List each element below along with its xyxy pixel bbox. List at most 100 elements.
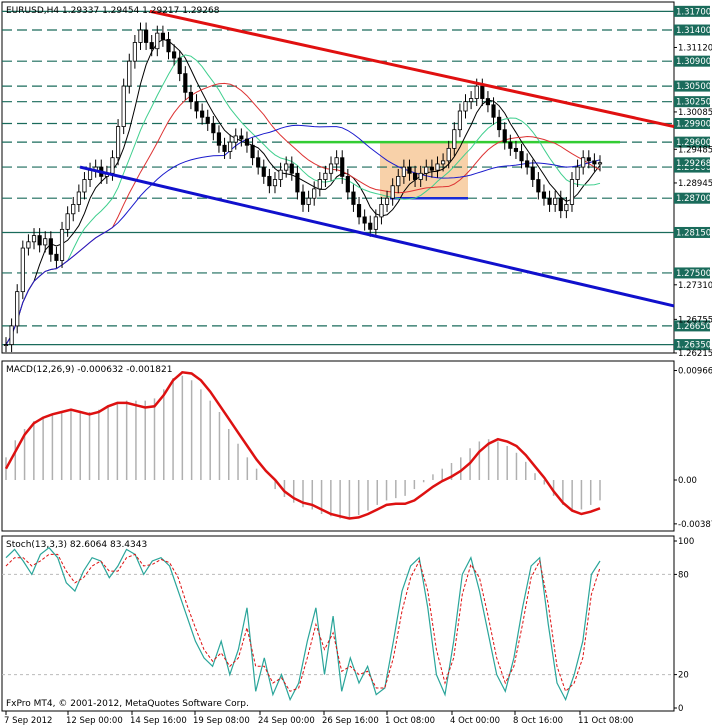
candle-body: [558, 197, 563, 212]
candle-body: [446, 147, 451, 162]
price-tick-label: 1.28945: [678, 179, 712, 189]
candle-body: [323, 172, 328, 180]
level-label: 1.28700: [676, 194, 711, 204]
stoch-tick-label: 80: [678, 570, 689, 580]
price-panel[interactable]: 1.31700 1.31400 1.30900 1.30500 1.30250 1.299…: [1, 1, 712, 359]
mt4-chart-window[interactable]: 1.31700 1.31400 1.30900 1.30500 1.30250 1.299…: [0, 0, 712, 727]
level-label: 1.31400: [676, 26, 711, 36]
candle-body: [412, 172, 418, 180]
stochastic-panel[interactable]: 100 80 20 0 Stoch(13,3,3) 82.6064 83.4343 F…: [1, 535, 694, 714]
candle-body: [306, 197, 311, 205]
stoch-tick-label: 100: [678, 537, 694, 547]
macd-tick-label: 0.00: [678, 476, 697, 486]
candle-body: [553, 197, 558, 205]
chart-header-symbol: EURUSD,H4: [6, 6, 59, 16]
stoch-title: Stoch(13,3,3) 82.6064 83.4343: [6, 540, 147, 550]
candle-body: [586, 157, 591, 162]
candle-body: [541, 191, 547, 199]
candle-body: [272, 179, 278, 187]
candle-body: [491, 104, 496, 118]
candle-body: [362, 216, 367, 224]
macd-panel[interactable]: 0.00966 0.00 -0.00387 MACD(12,26,9) -0.000…: [1, 360, 712, 532]
candle-body: [547, 197, 552, 205]
candle-body: [569, 179, 575, 205]
candle-body: [200, 110, 205, 118]
macd-tick-label: -0.00387: [678, 520, 712, 530]
candle-body: [418, 172, 423, 180]
candle-body: [127, 60, 132, 87]
level-label: 1.30900: [676, 57, 711, 67]
time-tick-label: 12 Sep 00:00: [66, 716, 123, 726]
candle-body: [463, 101, 468, 112]
candle-body: [194, 101, 199, 112]
candle-body: [536, 179, 541, 193]
level-label: 1.29900: [676, 119, 711, 129]
candle-body: [205, 116, 210, 124]
candle-body: [575, 166, 580, 180]
candle-body: [155, 32, 160, 50]
candle-body: [345, 176, 350, 193]
stoch-tick-label: 20: [678, 671, 689, 681]
candle-body: [435, 163, 440, 171]
candle-body: [502, 129, 507, 143]
candle-body: [407, 166, 412, 174]
candle-body: [295, 172, 300, 193]
price-tick-label: 1.26215: [678, 349, 712, 359]
price-tick-label: 1.26755: [678, 315, 712, 325]
candle-body: [267, 176, 272, 187]
candle-body: [469, 98, 474, 103]
candle-body: [278, 169, 283, 180]
candle-body: [160, 32, 165, 40]
candle-body: [497, 116, 502, 131]
candle-body: [300, 191, 306, 205]
candle-body: [65, 213, 70, 230]
candle-body: [15, 291, 20, 327]
candle-body: [59, 228, 65, 261]
candle-body: [37, 235, 42, 246]
candle-body: [138, 29, 143, 43]
candle-body: [564, 204, 569, 212]
candle-body: [132, 42, 137, 62]
candle-body: [284, 163, 289, 171]
candle-body: [222, 144, 227, 152]
candle-body: [3, 344, 9, 346]
candle-body: [480, 85, 485, 99]
candle-body: [340, 157, 345, 177]
candle-body: [597, 162, 603, 165]
candle-body: [228, 141, 233, 152]
candle-body: [71, 204, 76, 215]
candle-body: [390, 185, 395, 199]
time-tick-label: 19 Sep 08:00: [193, 716, 250, 726]
time-tick-label: 11 Oct 08:00: [578, 716, 633, 726]
candle-body: [401, 166, 406, 177]
candle-body: [581, 157, 586, 168]
candle-body: [48, 238, 53, 255]
candle-body: [328, 163, 334, 174]
price-tick-label: 1.29485: [678, 145, 712, 155]
time-tick-label: 14 Sep 16:00: [130, 716, 187, 726]
candle-body: [166, 38, 171, 53]
price-tick-label: 1.30085: [678, 108, 712, 118]
time-tick-label: 7 Sep 2012: [4, 716, 52, 726]
candle-body: [115, 126, 121, 159]
candle-body: [384, 197, 390, 205]
time-tick-label: 24 Sep 00:00: [258, 716, 315, 726]
candle-body: [379, 204, 384, 218]
price-tick-label: 1.27310: [678, 281, 712, 291]
candle-body: [396, 176, 401, 187]
time-tick-label: 1 Oct 08:00: [385, 716, 435, 726]
level-label: 1.27500: [676, 269, 711, 279]
time-tick-label: 26 Sep 16:00: [322, 716, 379, 726]
candle-body: [110, 157, 115, 174]
candle-body: [54, 253, 59, 261]
candle-body: [373, 216, 378, 230]
candle-body: [144, 29, 149, 43]
candle-body: [289, 163, 294, 174]
candle-body: [149, 42, 154, 50]
candle-body: [256, 157, 261, 168]
candle-body: [334, 157, 339, 165]
candle-body: [452, 129, 457, 149]
candle-body: [368, 222, 373, 230]
candle-body: [441, 160, 446, 165]
macd-panel-border: [1, 360, 675, 532]
